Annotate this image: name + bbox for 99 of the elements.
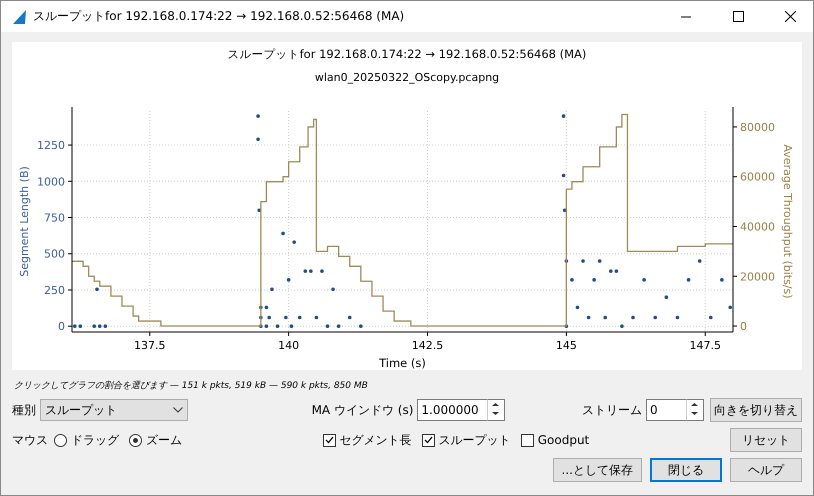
point bbox=[653, 316, 658, 320]
point bbox=[598, 259, 602, 263]
x-tick-label: 142.5 bbox=[412, 339, 444, 352]
point bbox=[320, 269, 324, 273]
checkbox[interactable] bbox=[422, 434, 435, 446]
point bbox=[290, 324, 294, 328]
point bbox=[698, 259, 702, 263]
point bbox=[256, 137, 260, 142]
dialog-button[interactable]: 閉じる bbox=[650, 458, 722, 482]
point bbox=[314, 316, 318, 320]
point bbox=[562, 174, 566, 178]
radio-button[interactable] bbox=[54, 434, 67, 446]
point bbox=[292, 240, 296, 244]
maximize-icon bbox=[732, 11, 744, 22]
point bbox=[270, 287, 274, 292]
mouse-label: マウス bbox=[12, 432, 48, 448]
y-tick-label: 750 bbox=[44, 212, 65, 225]
point bbox=[276, 324, 280, 328]
point bbox=[264, 324, 268, 328]
point bbox=[708, 316, 713, 320]
dialog-button[interactable]: ヘルプ bbox=[730, 458, 802, 482]
point bbox=[264, 306, 268, 310]
point bbox=[581, 259, 585, 263]
point bbox=[286, 278, 290, 282]
y-axis-title: Average Throughput (bits/s) bbox=[781, 144, 794, 299]
point bbox=[309, 269, 313, 273]
window-title: スループットfor 192.168.0.174:22 → 192.168.0.52:56468 (MA) bbox=[33, 8, 406, 25]
point bbox=[609, 269, 613, 273]
point bbox=[331, 287, 335, 292]
checkbox-label: スループット bbox=[438, 432, 511, 448]
chart-subtitle: wlan0_20250322_OScopy.pcapng bbox=[314, 71, 500, 84]
stream-label: ストリーム bbox=[582, 402, 642, 418]
point bbox=[348, 316, 352, 320]
point bbox=[676, 316, 680, 320]
dialog-button[interactable]: ...として保存 bbox=[552, 458, 642, 482]
point bbox=[72, 324, 77, 328]
y-tick-label: 0 bbox=[740, 320, 747, 334]
y-tick-label: 1250 bbox=[37, 139, 65, 152]
point bbox=[326, 324, 330, 328]
point bbox=[603, 316, 608, 320]
point bbox=[256, 114, 260, 118]
point bbox=[298, 316, 302, 320]
point bbox=[267, 316, 271, 320]
x-tick-label: 140 bbox=[278, 339, 300, 352]
x-axis-title: Time (s) bbox=[379, 356, 426, 370]
point bbox=[728, 306, 732, 310]
chart-title: スループットfor 192.168.0.174:22 → 192.168.0.52:56468 (MA) bbox=[228, 47, 586, 62]
radio-button[interactable] bbox=[129, 434, 142, 446]
y-tick-label: 0 bbox=[58, 320, 65, 334]
point bbox=[78, 324, 82, 328]
fin-icon bbox=[11, 8, 27, 24]
point bbox=[92, 324, 96, 328]
point bbox=[592, 278, 596, 282]
point bbox=[281, 232, 285, 236]
point bbox=[686, 278, 690, 282]
checkbox[interactable] bbox=[322, 434, 336, 446]
point bbox=[95, 287, 99, 292]
checkbox-label: セグメント長 bbox=[340, 432, 412, 448]
y-tick-label: 1000 bbox=[37, 175, 65, 188]
y-tick-label: 250 bbox=[44, 284, 65, 297]
y-tick-label: 20000 bbox=[740, 270, 775, 284]
y-tick-label: 40000 bbox=[740, 220, 775, 234]
point bbox=[576, 306, 580, 310]
stream-field[interactable]: 0 bbox=[646, 399, 686, 421]
ma-window-field[interactable]: 1.000000 bbox=[417, 399, 488, 421]
x-tick-label: 145 bbox=[556, 339, 577, 352]
y-axis-title: Segment Length (B) bbox=[18, 166, 31, 277]
point bbox=[642, 278, 646, 282]
radio-label: ズーム bbox=[146, 432, 182, 448]
point bbox=[98, 324, 102, 328]
point bbox=[336, 324, 340, 328]
close-icon bbox=[784, 11, 796, 22]
radio-label: ドラッグ bbox=[71, 432, 119, 448]
point bbox=[631, 316, 635, 320]
type-label: 種別 bbox=[12, 402, 36, 418]
point bbox=[303, 269, 308, 273]
point bbox=[104, 324, 108, 328]
switch-direction-button[interactable]: 向きを切り替え bbox=[710, 398, 802, 422]
checkbox-label: Goodput bbox=[538, 433, 590, 447]
x-tick-label: 137.5 bbox=[134, 339, 166, 352]
y-tick-label: 500 bbox=[44, 248, 65, 261]
y-tick-label: 60000 bbox=[740, 170, 775, 184]
point bbox=[586, 316, 590, 320]
point bbox=[284, 316, 288, 320]
y-tick-label: 80000 bbox=[740, 120, 775, 134]
point bbox=[614, 269, 618, 273]
point bbox=[664, 295, 668, 300]
chevron-down-icon bbox=[173, 407, 183, 413]
point bbox=[570, 278, 574, 282]
point bbox=[359, 324, 363, 328]
status-text: クリックしてグラフの割合を選びます — 151 k pkts, 519 kB — 590 k pkts, 850 MB bbox=[14, 380, 369, 392]
point bbox=[562, 114, 566, 118]
reset-button[interactable]: リセット bbox=[730, 428, 802, 452]
ma-window-label: MA ウインドウ (s) bbox=[312, 402, 414, 418]
x-tick-label: 147.5 bbox=[689, 339, 721, 352]
point bbox=[620, 324, 624, 328]
checkbox[interactable] bbox=[520, 434, 534, 446]
type-select[interactable]: スループット bbox=[40, 399, 188, 421]
point bbox=[720, 278, 724, 282]
